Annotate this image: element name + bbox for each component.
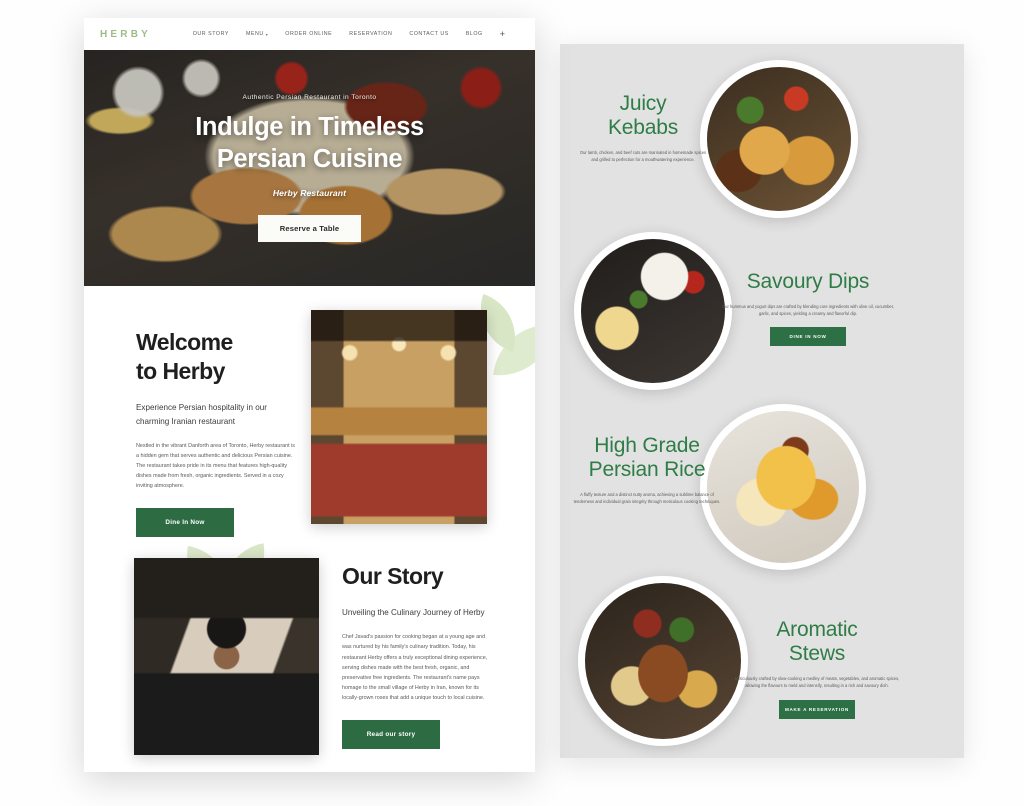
- nav-label-order-online: ORDER ONLINE: [285, 31, 333, 37]
- hero-title-line1: Indulge in Timeless: [195, 113, 424, 142]
- kebabs-title-line2: Kebabs: [607, 116, 679, 140]
- chef-image: [134, 558, 319, 755]
- hero-eyebrow: Authentic Persian Restaurant in Toronto: [242, 94, 377, 102]
- our-story-text: Our Story Unveiling the Culinary Journey…: [342, 562, 488, 750]
- dips-cta-button[interactable]: DINE IN NOW: [770, 327, 846, 347]
- dips-text: Savoury Dips Our hummus and yogurt dips …: [720, 270, 896, 347]
- rice-title: High Grade Persian Rice: [570, 434, 724, 482]
- dips-title: Savoury Dips: [746, 270, 870, 293]
- hero-section: Authentic Persian Restaurant in Toronto …: [84, 50, 535, 286]
- our-story-title: Our Story: [342, 563, 444, 589]
- hero-subtitle: Herby Restaurant: [272, 187, 347, 198]
- site-navbar: HERBY OUR STORY MENU ▾ ORDER ONLINE RESE…: [84, 18, 535, 50]
- stews-description: Meticulously crafted by slow-cooking a m…: [734, 676, 900, 689]
- nav-label-menu: MENU: [245, 31, 264, 37]
- menu-block-kebabs: Juicy Kebabs Our lamb, chicken, and beef…: [560, 44, 964, 224]
- hero-title-line2: Persian Cuisine: [216, 144, 403, 173]
- nav-item-our-story[interactable]: OUR STORY: [193, 31, 229, 37]
- kebabs-title-line1: Juicy: [619, 92, 667, 115]
- chevron-down-icon: ▾: [265, 31, 269, 37]
- our-story-section: Our Story Unveiling the Culinary Journey…: [84, 530, 535, 772]
- rice-image: [707, 411, 859, 563]
- restaurant-interior-image: [311, 310, 487, 524]
- kebabs-description: Our lamb, chicken, and beef cuts are mar…: [579, 150, 707, 163]
- stews-photo: [578, 576, 748, 746]
- chef-photo: [134, 558, 319, 755]
- rice-photo: [700, 404, 866, 570]
- kebabs-image: [707, 67, 851, 211]
- dips-image: [581, 239, 725, 383]
- nav-label-blog: BLOG: [465, 31, 483, 37]
- reserve-table-button[interactable]: Reserve a Table: [257, 214, 362, 242]
- read-our-story-button[interactable]: Read our story: [342, 720, 440, 750]
- rice-text: High Grade Persian Rice A fluffy texture…: [570, 434, 724, 506]
- kebabs-title: Juicy Kebabs: [578, 92, 708, 140]
- nav-item-blog[interactable]: BLOG: [466, 31, 483, 37]
- stews-text: Aromatic Stews Meticulously crafted by s…: [732, 618, 902, 719]
- plus-icon[interactable]: +: [500, 29, 505, 39]
- kebabs-photo: [700, 60, 858, 218]
- nav-item-contact-us[interactable]: CONTACT US: [409, 31, 448, 37]
- welcome-title: Welcome to Herby: [136, 328, 298, 386]
- dips-description: Our hummus and yogurt dips are crafted b…: [721, 304, 895, 317]
- stews-cta-button[interactable]: MAKE A RESERVATION: [779, 699, 855, 719]
- kebabs-text: Juicy Kebabs Our lamb, chicken, and beef…: [578, 92, 708, 164]
- screenshot-canvas: Juicy Kebabs Our lamb, chicken, and beef…: [0, 0, 1024, 806]
- stews-title-line2: Stews: [788, 642, 846, 666]
- hero-title: Indulge in Timeless Persian Cuisine: [195, 112, 424, 175]
- hero-content: Authentic Persian Restaurant in Toronto …: [195, 94, 424, 242]
- our-story-body: Chef Javad's passion for cooking began a…: [342, 634, 488, 702]
- nav-label-our-story: OUR STORY: [192, 31, 229, 37]
- menu-block-dips: Savoury Dips Our hummus and yogurt dips …: [560, 222, 964, 404]
- our-story-lead: Unveiling the Culinary Journey of Herby: [342, 608, 485, 618]
- website-preview-panel: HERBY OUR STORY MENU ▾ ORDER ONLINE RESE…: [84, 18, 535, 772]
- menu-block-rice: High Grade Persian Rice A fluffy texture…: [560, 388, 964, 574]
- nav-item-order-online[interactable]: ORDER ONLINE: [285, 31, 332, 37]
- welcome-title-line1: Welcome: [136, 329, 233, 355]
- nav-item-menu[interactable]: MENU ▾: [246, 31, 268, 37]
- nav-label-reservation: RESERVATION: [349, 31, 393, 37]
- nav-label-contact-us: CONTACT US: [409, 31, 449, 37]
- welcome-body: Nestled in the vibrant Danforth area of …: [136, 442, 296, 490]
- rice-description: A fluffy texture and a distinct nutty ar…: [573, 492, 721, 505]
- main-navigation: OUR STORY MENU ▾ ORDER ONLINE RESERVATIO…: [193, 29, 519, 39]
- site-logo[interactable]: HERBY: [100, 29, 151, 40]
- rice-title-line1: High Grade: [594, 434, 700, 457]
- dips-photo: [574, 232, 732, 390]
- stews-title-line1: Aromatic: [776, 618, 858, 641]
- menu-highlights-panel: Juicy Kebabs Our lamb, chicken, and beef…: [560, 44, 964, 758]
- rice-title-line2: Persian Rice: [588, 458, 706, 482]
- stews-image: [585, 583, 741, 739]
- stews-title: Aromatic Stews: [732, 618, 902, 666]
- nav-item-reservation[interactable]: RESERVATION: [349, 31, 392, 37]
- menu-block-stews: Aromatic Stews Meticulously crafted by s…: [560, 556, 964, 756]
- welcome-text: Welcome to Herby Experience Persian hosp…: [136, 328, 298, 538]
- welcome-lead: Experience Persian hospitality in our ch…: [136, 403, 267, 426]
- restaurant-interior-photo: [311, 310, 487, 524]
- welcome-title-line2: to Herby: [136, 358, 225, 385]
